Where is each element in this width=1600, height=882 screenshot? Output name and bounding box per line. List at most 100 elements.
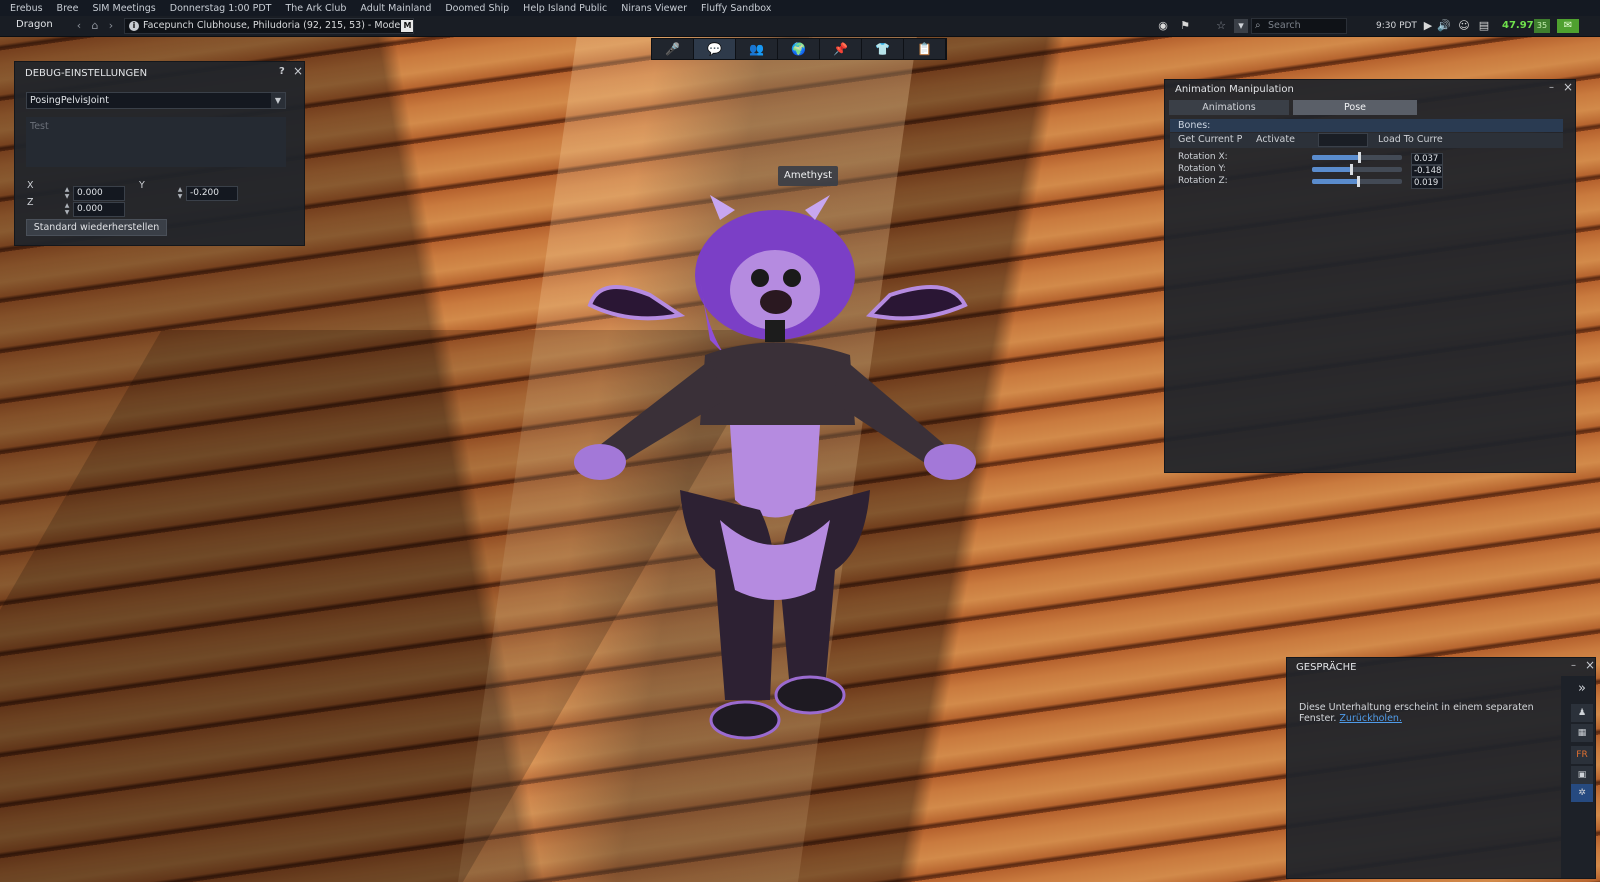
- navigation-bar: Dragon ‹ ⌂ › i Facepunch Clubhouse, Phil…: [0, 16, 1600, 37]
- slider-fill: [1312, 167, 1351, 172]
- tab-pose[interactable]: Pose: [1293, 100, 1417, 115]
- favorite-item[interactable]: Nirans Viewer: [617, 3, 697, 14]
- spin-arrows-icon[interactable]: ▲ ▼: [175, 186, 185, 201]
- nearby-chat-icon[interactable]: ✲: [1571, 784, 1593, 802]
- conversation-notice-icon[interactable]: ▦: [1571, 724, 1593, 742]
- favorite-item[interactable]: Fluffy Sandbox: [697, 3, 781, 14]
- conversation-message: Diese Unterhaltung erscheint in einem se…: [1299, 702, 1554, 724]
- rotation-label: Rotation X:: [1178, 152, 1228, 162]
- search-icon: ⌕: [1255, 20, 1261, 31]
- z-value[interactable]: 0.000: [73, 202, 125, 217]
- avatar-amethyst[interactable]: [560, 190, 1000, 760]
- setting-description: Test: [26, 117, 286, 167]
- destinations-button[interactable]: 🌍: [778, 39, 820, 59]
- close-icon[interactable]: ×: [1585, 658, 1595, 672]
- minimize-icon[interactable]: –: [1571, 660, 1576, 671]
- favorite-item[interactable]: Erebus: [6, 3, 53, 14]
- appearance-button[interactable]: 👕: [862, 39, 904, 59]
- rotation-value[interactable]: 0.019: [1411, 177, 1443, 189]
- tab-animations[interactable]: Animations: [1169, 100, 1289, 115]
- location-field[interactable]: i Facepunch Clubhouse, Philudoria (92, 2…: [124, 18, 414, 34]
- z-spinbox[interactable]: ▲ ▼ 0.000: [62, 202, 125, 217]
- panel-title: DEBUG-EINSTELLUNGEN: [25, 68, 148, 79]
- favorite-item[interactable]: Adult Mainland: [356, 3, 441, 14]
- rotation-value[interactable]: 0.037: [1411, 153, 1443, 165]
- description-text: Test: [30, 121, 49, 132]
- slider-knob[interactable]: [1349, 164, 1353, 175]
- rotation-slider[interactable]: [1312, 152, 1402, 163]
- rotation-slider[interactable]: [1312, 164, 1402, 175]
- info-icon[interactable]: i: [129, 21, 139, 31]
- star-icon[interactable]: ☆: [1214, 19, 1228, 33]
- username-menu[interactable]: Dragon: [16, 19, 53, 30]
- activate-button[interactable]: Activate: [1256, 134, 1295, 145]
- favorite-item[interactable]: Donnerstag 1:00 PDT: [166, 3, 282, 14]
- play-icon[interactable]: ▶: [1421, 19, 1435, 33]
- spin-arrows-icon[interactable]: ▲ ▼: [62, 202, 72, 217]
- animation-manipulation-panel: Animation Manipulation – × Animations Po…: [1164, 79, 1576, 473]
- chat-button[interactable]: 💬: [694, 39, 736, 59]
- expand-icon[interactable]: »: [1571, 680, 1593, 698]
- landmarks-button[interactable]: 📌: [820, 39, 862, 59]
- people-button[interactable]: 👥: [736, 39, 778, 59]
- favorite-item[interactable]: Doomed Ship: [441, 3, 519, 14]
- get-current-pose-button[interactable]: Get Current P: [1178, 134, 1242, 145]
- pose-name-input[interactable]: [1318, 133, 1368, 147]
- location-text: Facepunch Clubhouse, Philudoria (92, 215…: [143, 20, 414, 31]
- y-value[interactable]: -0.200: [186, 186, 238, 201]
- x-spinbox[interactable]: ▲ ▼ 0.000: [62, 186, 125, 201]
- forward-arrow-icon[interactable]: ›: [104, 19, 118, 33]
- pose-actions-row: Get Current P Activate Load To Curre: [1170, 133, 1563, 148]
- close-icon[interactable]: ×: [293, 64, 303, 78]
- slider-knob[interactable]: [1357, 152, 1361, 163]
- setting-dropdown[interactable]: PosingPelvisJoint ▼: [26, 92, 286, 109]
- rotation-label: Rotation Z:: [1178, 176, 1228, 186]
- x-label: X: [27, 180, 34, 191]
- bandwidth-icon[interactable]: ▤: [1477, 19, 1491, 33]
- help-icon[interactable]: ?: [279, 66, 285, 77]
- speech-bubble-icon: 💬: [707, 42, 722, 56]
- conversation-avatar-icon[interactable]: ♟: [1571, 704, 1593, 722]
- volume-icon[interactable]: 🔊: [1437, 19, 1451, 33]
- back-arrow-icon[interactable]: ‹: [72, 19, 86, 33]
- bones-header: Bones:: [1170, 119, 1563, 132]
- panel-title: GESPRÄCHE: [1296, 662, 1357, 673]
- clock: 9:30 PDT: [1376, 21, 1417, 31]
- eye-icon[interactable]: ◉: [1156, 19, 1170, 33]
- panel-title: Animation Manipulation: [1175, 84, 1294, 95]
- pathfinding-icon[interactable]: ⚑: [1178, 19, 1192, 33]
- reset-default-button[interactable]: Standard wiederherstellen: [26, 219, 167, 236]
- microphone-icon: 🎤: [665, 42, 680, 56]
- load-to-current-button[interactable]: Load To Curre: [1378, 134, 1443, 145]
- chevron-down-icon[interactable]: ▼: [271, 93, 285, 108]
- favorite-item[interactable]: SIM Meetings: [88, 3, 165, 14]
- speak-button[interactable]: 🎤: [652, 39, 694, 59]
- favorite-item[interactable]: Bree: [53, 3, 89, 14]
- favorite-item[interactable]: Help Island Public: [519, 3, 617, 14]
- x-value[interactable]: 0.000: [73, 186, 125, 201]
- slider-knob[interactable]: [1356, 176, 1360, 187]
- balance-badge[interactable]: 35: [1534, 19, 1550, 33]
- mail-icon[interactable]: ✉: [1557, 19, 1579, 33]
- conversation-group-icon[interactable]: FR: [1571, 746, 1593, 764]
- people-icon[interactable]: ☺: [1457, 19, 1471, 33]
- search-field[interactable]: ⌕ Search: [1251, 18, 1347, 34]
- z-label: Z: [27, 197, 34, 208]
- minimize-icon[interactable]: –: [1549, 82, 1554, 93]
- slider-fill: [1312, 179, 1358, 184]
- globe-icon: 🌍: [791, 42, 806, 56]
- home-icon[interactable]: ⌂: [88, 19, 102, 33]
- inventory-button[interactable]: 📋: [904, 39, 946, 59]
- close-icon[interactable]: ×: [1563, 80, 1573, 94]
- dropdown-icon[interactable]: ▾: [1234, 19, 1248, 33]
- spin-arrows-icon[interactable]: ▲ ▼: [62, 186, 72, 201]
- return-link[interactable]: Zurückholen.: [1339, 713, 1402, 724]
- rotation-value[interactable]: -0.148: [1411, 165, 1443, 177]
- y-label: Y: [139, 180, 145, 191]
- rotation-slider[interactable]: [1312, 176, 1402, 187]
- fps-counter: 47.97: [1502, 20, 1534, 31]
- conversation-person-icon[interactable]: ▣: [1571, 766, 1593, 784]
- favorite-item[interactable]: The Ark Club: [281, 3, 356, 14]
- setting-name: PosingPelvisJoint: [30, 95, 109, 106]
- y-spinbox[interactable]: ▲ ▼ -0.200: [175, 186, 238, 201]
